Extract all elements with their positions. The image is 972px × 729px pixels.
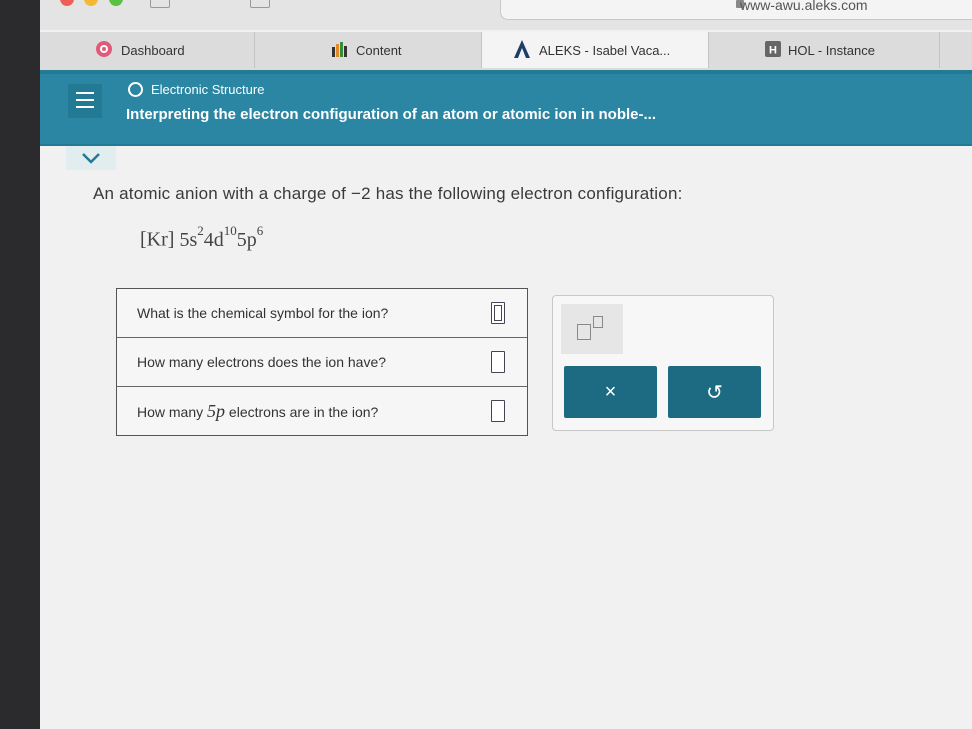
orbital-5p: 5p [207, 400, 226, 421]
dashboard-icon [94, 39, 114, 62]
maximize-window-icon[interactable] [108, 0, 123, 6]
chevron-down-icon [82, 153, 100, 164]
superscript-base-icon [577, 324, 591, 340]
config-term: 5s2 [179, 223, 203, 251]
question-label: What is the chemical symbol for the ion? [137, 305, 389, 321]
content-chart-icon [331, 41, 349, 60]
collapse-header-button[interactable] [66, 146, 116, 170]
question-prefix: An atomic anion with a charge of [93, 184, 351, 203]
answer-table: What is the chemical symbol for the ion?… [116, 288, 528, 436]
answer-tools-panel: × ↺ [552, 295, 774, 431]
svg-text:H: H [769, 44, 777, 56]
close-window-icon[interactable] [60, 0, 74, 6]
question-text: An atomic anion with a charge of −2 has … [93, 184, 683, 204]
hamburger-icon [76, 92, 94, 110]
tab-hol[interactable]: H HOL - Instance [709, 32, 940, 68]
electron-configuration: [Kr] 5s24d105p6 [140, 223, 264, 252]
window-controls [60, 0, 129, 11]
question-label: How many 5p electrons are in the ion? [137, 401, 378, 422]
superscript-exponent-icon [593, 316, 603, 328]
topic-title: Interpreting the electron configuration … [126, 106, 657, 123]
tab-label: HOL - Instance [788, 42, 875, 58]
table-row: How many electrons does the ion have? [117, 338, 527, 387]
5p-electron-count-input[interactable] [491, 400, 505, 422]
tab-dashboard[interactable]: Dashboard [40, 32, 255, 68]
config-term: 5p6 [236, 223, 264, 251]
question-label: How many electrons does the ion have? [137, 354, 387, 370]
close-icon: × [604, 380, 617, 403]
exponent: 2 [197, 223, 204, 238]
electron-count-input[interactable] [491, 351, 505, 373]
topic-line: Electronic Structure [128, 82, 264, 97]
undo-button[interactable]: ↺ [668, 366, 761, 418]
tab-label: ALEKS - Isabel Vaca... [539, 42, 671, 58]
url-text: www-awu.aleks.com [740, 0, 868, 13]
tab-label: Dashboard [121, 42, 185, 58]
superscript-button[interactable] [561, 304, 623, 354]
exponent: 10 [223, 223, 237, 238]
aleks-a-icon [512, 39, 532, 62]
tab-label: Content [356, 42, 402, 58]
menu-button[interactable] [68, 84, 102, 118]
screen: www-awu.aleks.com Dashboard Content ALEK… [40, 0, 972, 729]
orbital: 5p [236, 228, 257, 251]
table-row: What is the chemical symbol for the ion? [117, 289, 527, 338]
browser-tabs: Dashboard Content ALEKS - Isabel Vaca...… [40, 32, 972, 70]
undo-icon: ↺ [706, 381, 723, 404]
tab-overview-icon[interactable] [250, 0, 270, 8]
topic-name: Electronic Structure [151, 82, 265, 97]
exponent: 6 [256, 223, 264, 238]
orbital: 4d [203, 228, 224, 251]
minimize-window-icon[interactable] [84, 0, 99, 6]
tab-content[interactable]: Content [255, 32, 482, 68]
hol-h-icon: H [765, 40, 781, 60]
label-suffix: electrons are in the ion? [225, 403, 379, 420]
config-term: 4d10 [203, 223, 237, 251]
progress-circle-icon [128, 82, 143, 97]
question-suffix: has the following electron configuration… [370, 184, 683, 203]
ion-charge: −2 [350, 184, 371, 203]
clear-button[interactable]: × [564, 366, 657, 418]
noble-gas-core: [Kr] [140, 228, 175, 251]
browser-toolbar: www-awu.aleks.com [40, 0, 972, 30]
tab-aleks[interactable]: ALEKS - Isabel Vaca... [482, 32, 709, 68]
orbital: 5s [179, 228, 198, 251]
label-prefix: How many [137, 403, 208, 420]
table-row: How many 5p electrons are in the ion? [117, 387, 527, 435]
sidebar-toggle-icon[interactable] [150, 0, 170, 8]
aleks-header: Electronic Structure Interpreting the el… [40, 70, 972, 146]
symbol-answer-input[interactable] [491, 302, 505, 324]
device-bezel [0, 0, 40, 729]
